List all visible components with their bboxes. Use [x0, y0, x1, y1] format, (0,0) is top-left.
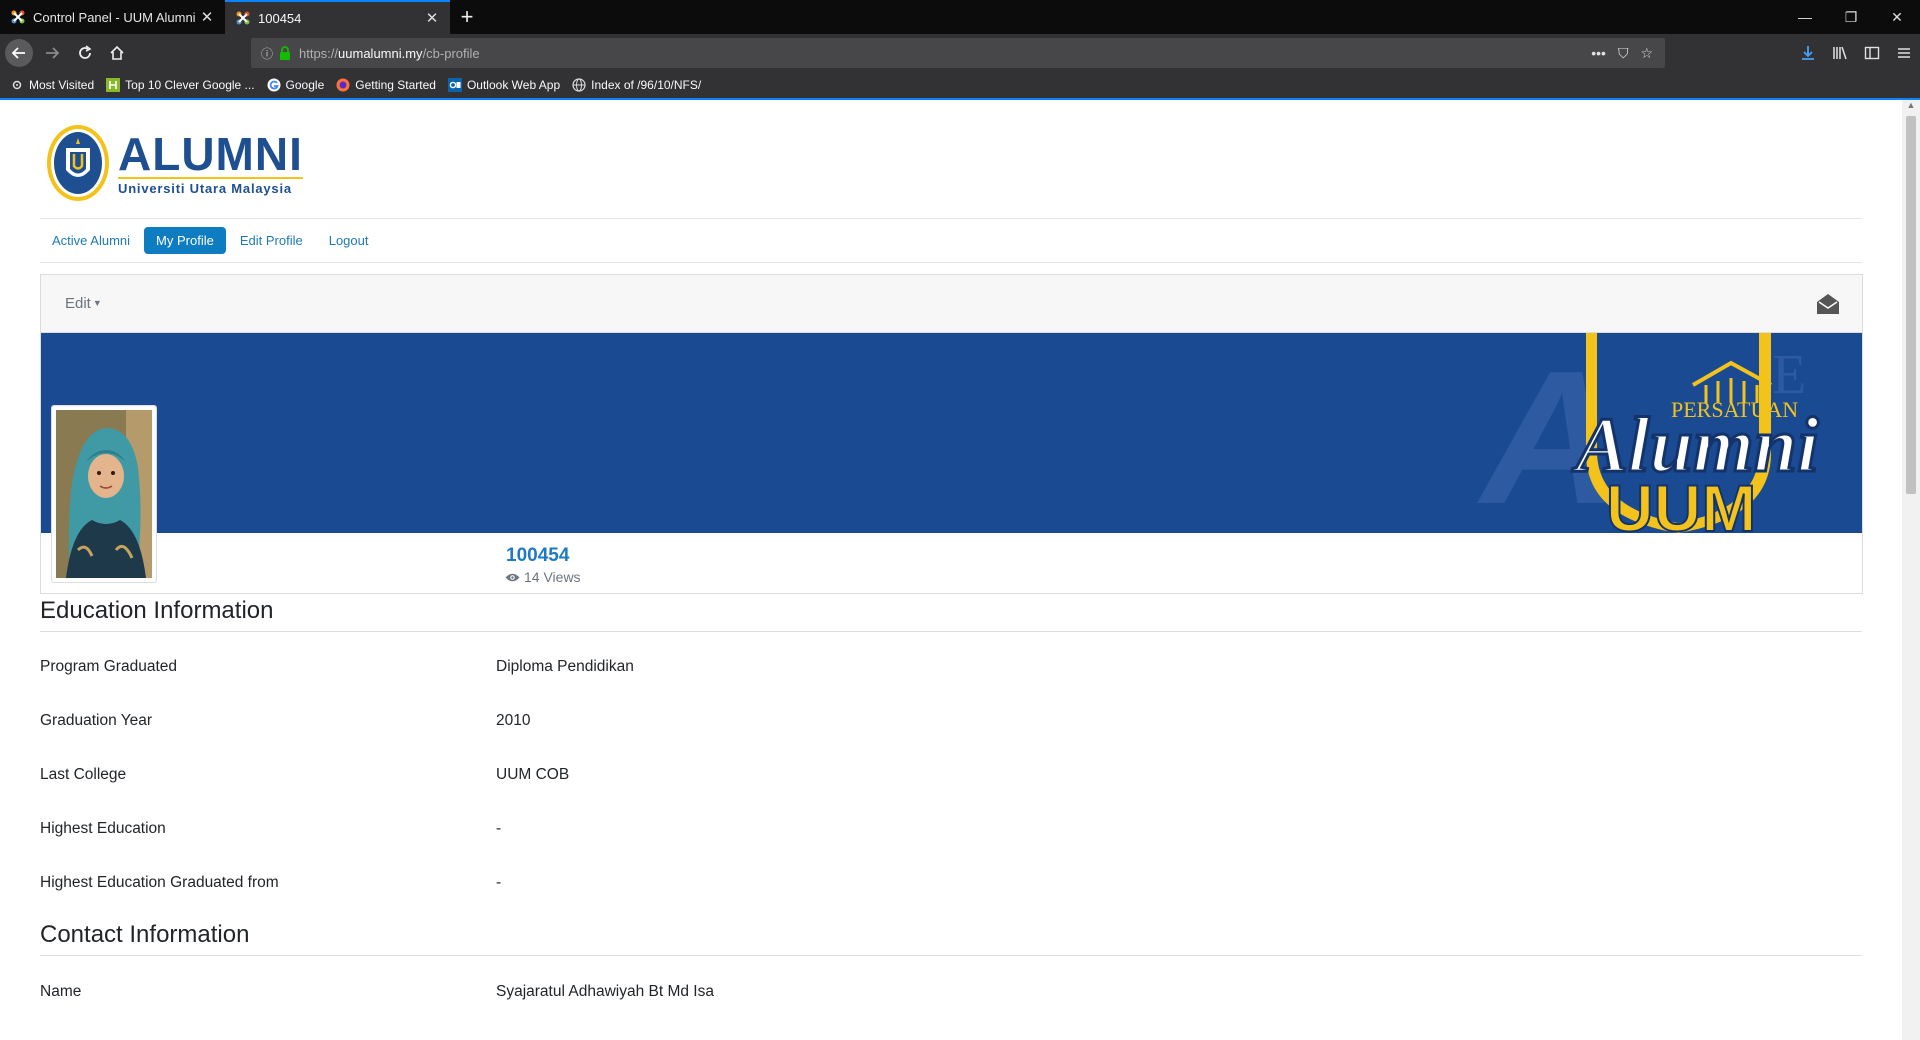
close-tab-icon[interactable]: ✕ [199, 8, 215, 26]
contact-row: Name Syajaratul Adhawiyah Bt Md Isa [40, 983, 1862, 1007]
url-text[interactable]: https://uumalumni.my/cb-profile [299, 46, 1591, 61]
field-label: Last College [40, 766, 127, 783]
education-row: Last College UUM COB [40, 766, 1862, 790]
education-section-title: Education Information [40, 597, 274, 624]
bookmarks-toolbar: Most Visited Top 10 Clever Google ... Go… [0, 72, 1920, 98]
nav-my-profile[interactable]: My Profile [144, 227, 226, 254]
field-value: UUM COB [496, 766, 570, 783]
close-tab-icon[interactable]: ✕ [424, 9, 440, 27]
gear-icon [10, 78, 24, 92]
tab-title: Control Panel - UUM Alumni - [33, 9, 199, 25]
field-value: Diploma Pendidikan [496, 658, 634, 675]
edit-dropdown[interactable]: Edit ▼ [65, 295, 102, 312]
back-arrow-icon [11, 47, 25, 59]
url-actions: ••• ⛉ ☆ [1591, 45, 1653, 62]
pocket-icon[interactable]: ⛉ [1618, 45, 1629, 62]
reload-button[interactable] [71, 39, 99, 67]
profile-avatar[interactable] [51, 405, 157, 583]
field-value: - [496, 874, 502, 891]
sidebar-icon[interactable] [1856, 39, 1888, 67]
back-button[interactable] [5, 39, 33, 67]
profile-card-header: Edit ▼ [41, 275, 1862, 333]
close-window-icon[interactable]: ✕ [1874, 0, 1920, 34]
reload-icon [79, 45, 92, 59]
browser-tab-control-panel[interactable]: Control Panel - UUM Alumni - ✕ [0, 0, 225, 34]
home-button[interactable] [103, 39, 131, 67]
field-value: - [496, 820, 502, 837]
field-value: Syajaratul Adhawiyah Bt Md Isa [496, 983, 714, 1000]
logo-text: ALUMNI Universiti Utara Malaysia [118, 131, 303, 196]
divider [40, 631, 1862, 632]
page-scrollbar[interactable]: ▲ [1902, 100, 1920, 1040]
bookmark-index[interactable]: Index of /96/10/NFS/ [572, 78, 701, 92]
field-label: Name [40, 983, 82, 1000]
logo-title: ALUMNI [118, 127, 303, 180]
profile-username[interactable]: 100454 [506, 545, 569, 567]
banner-graphic: A PE PERSATUAN Alumni UUM [41, 333, 1862, 533]
education-row: Graduation Year 2010 [40, 712, 1862, 736]
profile-views: 14 Views [505, 569, 581, 585]
field-label: Graduation Year [40, 712, 153, 729]
bookmark-top10[interactable]: Top 10 Clever Google ... [106, 78, 255, 92]
page-actions-icon[interactable]: ••• [1591, 45, 1606, 62]
home-icon [110, 45, 124, 60]
joomla-icon [236, 11, 250, 25]
library-icon[interactable] [1824, 39, 1856, 67]
tab-title: 100454 [258, 10, 302, 26]
education-row: Highest Education - [40, 820, 1862, 844]
page-content: ALUMNI Universiti Utara Malaysia Active … [0, 100, 1902, 1040]
nav-edit-profile[interactable]: Edit Profile [228, 227, 315, 254]
profile-banner: A PE PERSATUAN Alumni UUM [41, 333, 1862, 533]
scroll-up-icon[interactable]: ▲ [1902, 100, 1920, 114]
toolbar-right [1792, 39, 1920, 67]
h-icon [106, 78, 121, 92]
restore-icon[interactable]: ❐ [1828, 0, 1874, 34]
browser-tab-strip: Control Panel - UUM Alumni - ✕ 100454 ✕ … [0, 0, 1920, 34]
bookmark-star-icon[interactable]: ☆ [1640, 45, 1653, 62]
joomla-icon [11, 10, 25, 24]
uum-seal-icon [47, 125, 109, 201]
lock-icon[interactable] [279, 46, 291, 60]
downloads-icon[interactable] [1792, 39, 1824, 67]
minimize-icon[interactable]: — [1782, 0, 1828, 34]
nav-logout[interactable]: Logout [317, 227, 381, 254]
forward-arrow-icon [46, 47, 60, 59]
education-row: Highest Education Graduated from - [40, 874, 1862, 898]
profile-nav: Active Alumni My Profile Edit Profile Lo… [40, 227, 382, 254]
divider [40, 218, 1862, 219]
outlook-icon [447, 78, 462, 92]
browser-tab-profile[interactable]: 100454 ✕ [225, 0, 450, 34]
bookmark-outlook[interactable]: Outlook Web App [447, 78, 560, 92]
banner-uum-text: UUM [1606, 471, 1756, 533]
avatar-photo [56, 410, 152, 578]
window-controls: — ❐ ✕ [1782, 0, 1920, 34]
eye-icon [505, 573, 520, 581]
scrollbar-thumb[interactable] [1906, 116, 1916, 494]
browser-toolbar: ⓘ https://uumalumni.my/cb-profile ••• ⛉ … [0, 34, 1920, 72]
forward-button[interactable] [38, 39, 66, 67]
field-value: 2010 [496, 712, 531, 729]
contact-section-title: Contact Information [40, 921, 250, 948]
education-row: Program Graduated Diploma Pendidikan [40, 658, 1862, 682]
bookmark-most-visited[interactable]: Most Visited [10, 78, 94, 92]
nav-active-alumni[interactable]: Active Alumni [40, 227, 142, 254]
divider [40, 262, 1862, 263]
envelope-open-icon[interactable] [1816, 293, 1840, 315]
caret-down-icon: ▼ [92, 298, 102, 308]
menu-icon[interactable] [1888, 39, 1920, 67]
bookmark-getting-started[interactable]: Getting Started [336, 78, 436, 92]
field-label: Highest Education Graduated from [40, 874, 279, 891]
bookmark-google[interactable]: Google [267, 78, 324, 92]
address-bar[interactable]: ⓘ https://uumalumni.my/cb-profile ••• ⛉ … [251, 38, 1665, 68]
google-icon [267, 78, 281, 92]
site-logo[interactable]: ALUMNI Universiti Utara Malaysia [46, 124, 303, 202]
info-icon[interactable]: ⓘ [259, 45, 275, 61]
globe-icon [572, 78, 586, 92]
divider [40, 955, 1862, 956]
field-label: Program Graduated [40, 658, 177, 675]
profile-card: Edit ▼ A PE PERSATUAN Alumni UUM 100454 … [40, 274, 1863, 594]
field-label: Highest Education [40, 820, 166, 837]
new-tab-button[interactable]: + [450, 0, 484, 34]
firefox-icon [336, 78, 350, 92]
